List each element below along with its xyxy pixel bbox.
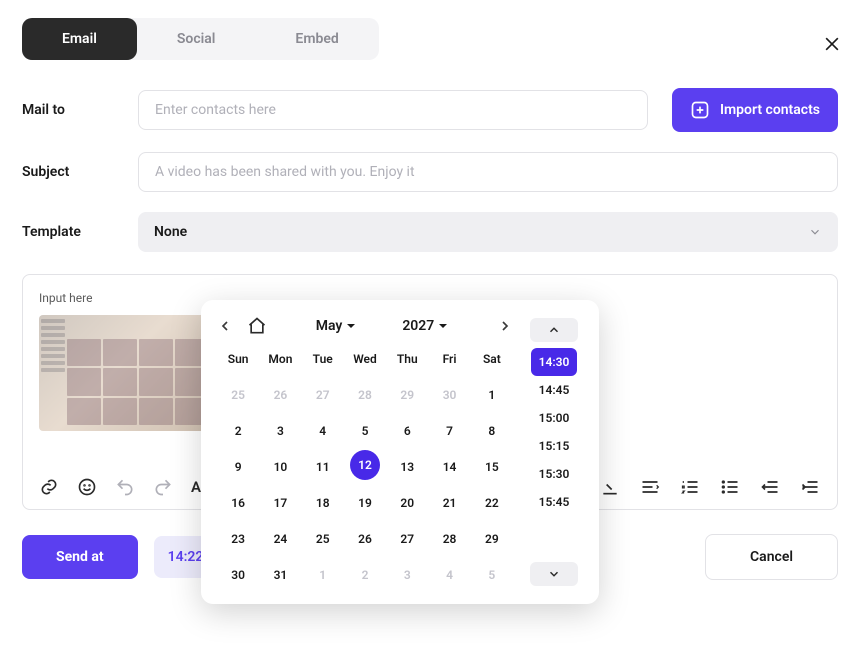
cal-day[interactable]: 16 [217, 490, 259, 516]
cal-day[interactable]: 27 [302, 382, 344, 408]
tab-email[interactable]: Email [22, 18, 137, 60]
cal-day[interactable]: 29 [471, 526, 513, 552]
label-subject: Subject [22, 164, 118, 180]
import-contacts-label: Import contacts [720, 102, 820, 118]
cal-dow: Mon [259, 346, 301, 372]
cal-dow: Sun [217, 346, 259, 372]
tab-social[interactable]: Social [137, 18, 256, 60]
cal-day[interactable]: 17 [259, 490, 301, 516]
template-value: None [154, 224, 187, 240]
template-select[interactable]: None [138, 212, 838, 252]
undo-icon[interactable] [115, 477, 135, 497]
cal-dow: Thu [386, 346, 428, 372]
cal-day[interactable]: 26 [344, 526, 386, 552]
cal-day[interactable]: 30 [428, 382, 470, 408]
cal-day[interactable]: 7 [428, 418, 470, 444]
cal-day[interactable]: 30 [217, 562, 259, 588]
cal-day[interactable]: 18 [302, 490, 344, 516]
cal-day[interactable]: 1 [302, 562, 344, 588]
ordered-list-icon[interactable] [679, 477, 701, 497]
cal-month-select[interactable]: May [316, 318, 357, 334]
time-list[interactable]: 14:3014:4515:0015:1515:3015:45 [531, 348, 578, 556]
close-button[interactable] [822, 34, 842, 58]
time-option[interactable]: 15:45 [531, 488, 578, 516]
cal-day[interactable]: 15 [471, 454, 513, 480]
cal-day[interactable]: 31 [259, 562, 301, 588]
cal-day[interactable]: 2 [344, 562, 386, 588]
cal-dow: Fri [428, 346, 470, 372]
redo-icon[interactable] [153, 477, 173, 497]
cal-month-label: May [316, 318, 343, 334]
align-icon[interactable] [639, 477, 661, 497]
cal-day[interactable]: 3 [386, 562, 428, 588]
cal-day[interactable]: 25 [217, 382, 259, 408]
cal-next-icon[interactable] [497, 318, 513, 334]
cal-day[interactable]: 11 [302, 454, 344, 480]
cal-dow: Wed [344, 346, 386, 372]
import-contacts-button[interactable]: Import contacts [672, 88, 838, 132]
tab-embed[interactable]: Embed [255, 18, 378, 60]
cal-day[interactable]: 29 [386, 382, 428, 408]
unordered-list-icon[interactable] [719, 477, 741, 497]
cal-day[interactable]: 8 [471, 418, 513, 444]
cal-day[interactable]: 24 [259, 526, 301, 552]
cal-dow: Tue [302, 346, 344, 372]
time-scroll-down[interactable] [530, 562, 578, 586]
cal-day[interactable]: 19 [344, 490, 386, 516]
cal-day[interactable]: 26 [259, 382, 301, 408]
subject-input[interactable] [138, 152, 838, 192]
cal-day[interactable]: 13 [386, 454, 428, 480]
cal-home-icon[interactable] [247, 316, 267, 336]
cal-prev-icon[interactable] [217, 318, 233, 334]
cal-day[interactable]: 1 [471, 382, 513, 408]
cal-year-select[interactable]: 2027 [402, 318, 448, 334]
time-option[interactable]: 14:30 [531, 348, 578, 376]
outdent-icon[interactable] [759, 477, 781, 497]
send-at-button[interactable]: Send at [22, 535, 138, 579]
cal-day[interactable]: 28 [428, 526, 470, 552]
cal-day[interactable]: 14 [428, 454, 470, 480]
cal-year-label: 2027 [402, 318, 434, 334]
text-color-icon[interactable] [599, 477, 621, 497]
share-tabs: Email Social Embed [22, 18, 379, 60]
cal-day[interactable]: 20 [386, 490, 428, 516]
cal-day[interactable]: 3 [259, 418, 301, 444]
cal-day[interactable]: 4 [428, 562, 470, 588]
cal-day[interactable]: 5 [471, 562, 513, 588]
time-option[interactable]: 15:30 [531, 460, 578, 488]
cal-day[interactable]: 12 [350, 450, 380, 480]
cal-day[interactable]: 22 [471, 490, 513, 516]
time-option[interactable]: 15:15 [531, 432, 578, 460]
cal-day[interactable]: 6 [386, 418, 428, 444]
cal-day[interactable]: 21 [428, 490, 470, 516]
cal-day[interactable]: 4 [302, 418, 344, 444]
emoji-icon[interactable] [77, 477, 97, 497]
indent-icon[interactable] [799, 477, 821, 497]
label-template: Template [22, 224, 118, 240]
cal-day[interactable]: 23 [217, 526, 259, 552]
cal-day[interactable]: 2 [217, 418, 259, 444]
time-option[interactable]: 14:45 [531, 376, 578, 404]
mail-to-input[interactable] [138, 90, 648, 130]
link-icon[interactable] [39, 477, 59, 497]
font-family-peek[interactable]: A [191, 478, 201, 496]
cal-day[interactable]: 28 [344, 382, 386, 408]
cal-day[interactable]: 5 [344, 418, 386, 444]
cancel-button[interactable]: Cancel [705, 534, 838, 580]
cal-day[interactable]: 9 [217, 454, 259, 480]
cal-day[interactable]: 10 [259, 454, 301, 480]
cal-dow: Sat [471, 346, 513, 372]
datetime-picker: May 2027 SunMonTueWedThuFriSat2526272829… [201, 300, 599, 604]
label-mail-to: Mail to [22, 102, 118, 118]
time-option[interactable]: 15:00 [531, 404, 578, 432]
time-scroll-up[interactable] [530, 318, 578, 342]
cal-day[interactable]: 25 [302, 526, 344, 552]
cal-day[interactable]: 27 [386, 526, 428, 552]
